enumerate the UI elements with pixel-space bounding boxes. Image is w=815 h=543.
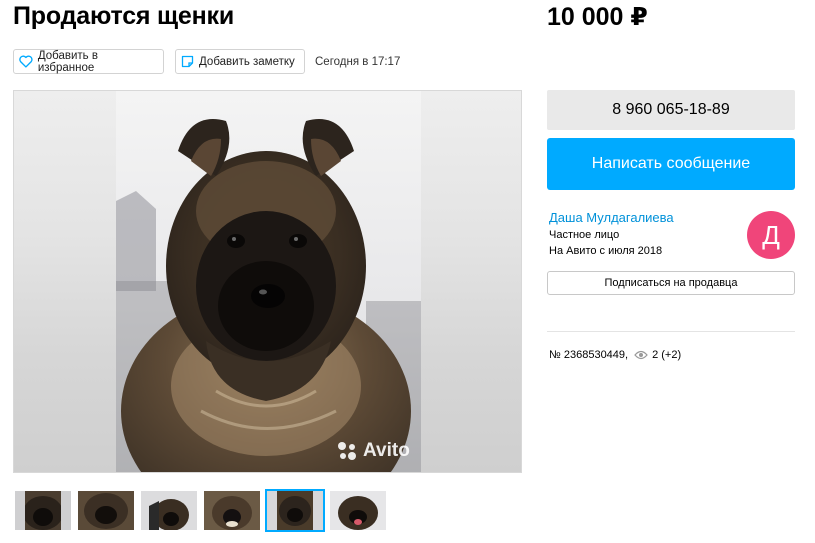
thumbnail-4[interactable] <box>202 489 262 532</box>
thumbnail-3[interactable] <box>139 489 199 532</box>
listing-title: Продаются щенки <box>13 2 235 30</box>
thumbnail-1[interactable] <box>13 489 73 532</box>
add-note-button[interactable]: Добавить заметку <box>175 49 305 74</box>
view-count: 2 (+2) <box>652 349 682 361</box>
listing-stats: № 2368530449, 2 (+2) <box>549 349 681 361</box>
item-number: № 2368530449, <box>549 349 629 361</box>
gallery-blur-right <box>419 91 521 472</box>
watermark-text: Avito <box>363 440 410 461</box>
favorite-label: Добавить в избранное <box>37 49 98 74</box>
thumbnail-2[interactable] <box>76 489 136 532</box>
posted-time: Сегодня в 17:17 <box>315 56 401 68</box>
seller-since: На Авито с июля 2018 <box>549 245 663 257</box>
note-label: Добавить заметку <box>199 55 295 68</box>
show-phone-button[interactable]: 8 960 065-18-89 <box>547 90 795 130</box>
seller-name-link[interactable]: Даша Мулдагалиева <box>549 210 674 225</box>
divider <box>547 331 795 332</box>
seller-type: Частное лицо <box>549 229 620 241</box>
seller-avatar[interactable]: Д <box>747 211 795 259</box>
subscribe-seller-button[interactable]: Подписаться на продавца <box>547 271 795 295</box>
avito-watermark: Avito <box>336 440 410 462</box>
puppy-photo <box>116 91 421 472</box>
thumbnail-strip <box>13 489 388 532</box>
listing-price: 10 000 ₽ <box>547 3 648 31</box>
heart-icon <box>19 55 33 68</box>
thumbnail-5[interactable] <box>265 489 325 532</box>
eye-icon <box>634 350 648 360</box>
gallery-blur-left <box>14 91 116 472</box>
thumbnail-6[interactable] <box>328 489 388 532</box>
note-icon <box>181 55 194 68</box>
photo-gallery[interactable]: Avito <box>13 90 522 473</box>
add-to-favorites-button[interactable]: Добавить в избранное <box>13 49 164 74</box>
avito-logo-icon <box>338 442 356 460</box>
write-message-button[interactable]: Написать сообщение <box>547 138 795 190</box>
